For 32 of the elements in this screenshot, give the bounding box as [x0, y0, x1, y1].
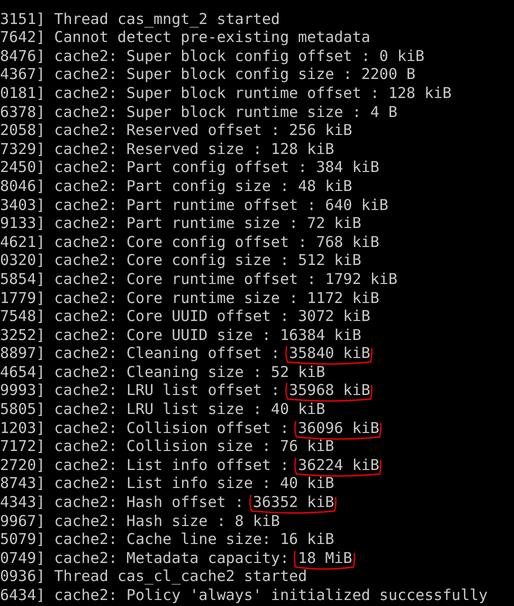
log-line: 0320] cache2: Core config size : 512 kiB [0, 251, 362, 270]
log-line: 5854] cache2: Core runtime offset : 1792 kiB [0, 270, 398, 288]
log-line: 4621] cache2: Core config offset : 768 kiB [0, 232, 380, 251]
log-line: 8897] cache2: Cleaning offset : 35840 kiB [0, 344, 370, 362]
log-line: 5079] cache2: Cache line size: 16 kiB [0, 530, 334, 548]
log-line: 7329] cache2: Reserved size : 128 kiB [0, 140, 334, 158]
log-line: 9133] cache2: Part runtime size : 72 kiB [0, 214, 362, 232]
log-line: 9967] cache2: Hash size : 8 kiB [0, 512, 280, 530]
log-line: 1203] cache2: Collision offset : 36096 kiB [0, 418, 380, 437]
log-line: 2058] cache2: Reserved offset : 256 kiB [0, 121, 352, 140]
log-line: 6434] cache2: Policy 'always' initialized successfully [0, 586, 488, 604]
log-line: 0936] Thread cas_cl_cache2 started [0, 567, 308, 586]
log-line: 2720] cache2: List info offset : 36224 kiB [0, 456, 380, 474]
log-line: 3403] cache2: Part runtime offset : 640 kiB [0, 196, 388, 214]
log-line: 8476] cache2: Super block config offset : 0 kiB [0, 46, 424, 65]
log-line: 3252] cache2: Core UUID size : 16384 kiB [0, 326, 362, 344]
log-line: 7548] cache2: Core UUID offset : 3072 kiB [0, 307, 370, 326]
log-line: 7172] cache2: Collision size : 76 kiB [0, 437, 334, 456]
log-line: 1779] cache2: Core runtime size : 1172 kiB [0, 288, 380, 306]
log-line: 7642] Cannot detect pre-existing metadata [0, 28, 370, 46]
log-line: 6378] cache2: Super block runtime size : 4 B [0, 102, 398, 121]
log-line: 4343] cache2: Hash offset : 36352 kiB [0, 493, 334, 512]
log-line: 0181] cache2: Super block runtime offset : 128 kiB [0, 84, 452, 102]
log-line: 8046] cache2: Part config size : 48 kiB [0, 176, 352, 195]
log-line: 2450] cache2: Part config offset : 384 kiB [0, 158, 380, 176]
log-line: 4654] cache2: Cleaning size : 52 kiB [0, 362, 326, 381]
log-line: 9993] cache2: LRU list offset : 35968 kiB [0, 381, 370, 400]
log-line: 4367] cache2: Super block config size : 2200 B [0, 65, 416, 84]
log-line: 3151] Thread cas_mngt_2 started [0, 10, 280, 28]
log-line: 5805] cache2: LRU list size : 40 kiB [0, 400, 326, 418]
log-line: 8743] cache2: List info size : 40 kiB [0, 474, 334, 492]
log-line: 0749] cache2: Metadata capacity: 18 MiB [0, 548, 352, 567]
